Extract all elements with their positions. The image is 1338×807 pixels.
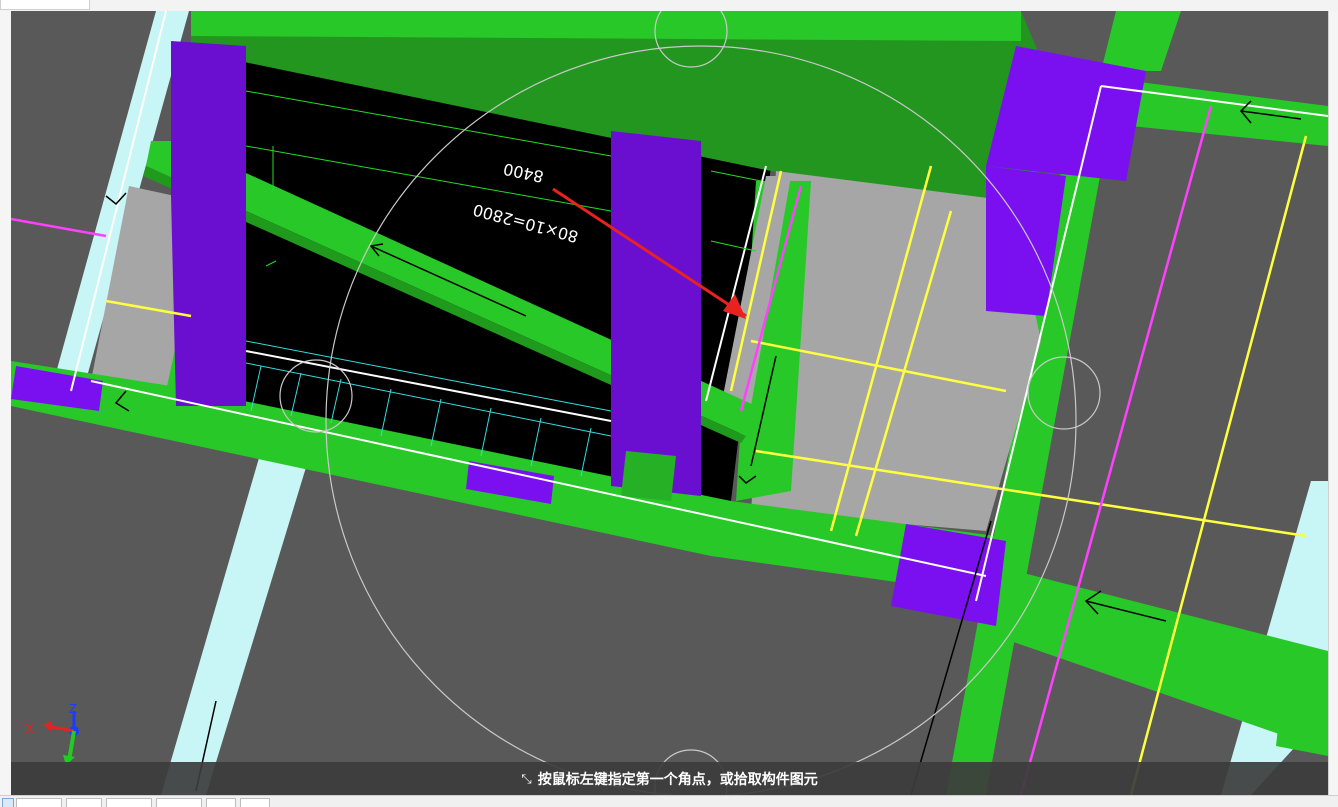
dimension-main-label: 8400 [502,159,546,186]
bottom-tab-1[interactable] [2,798,14,807]
annotation-layer: 8400 80×10=2800 [471,159,747,319]
bottom-tab-3[interactable] [66,798,102,807]
bottom-tab-4[interactable] [106,798,152,807]
axis-z-label: Z [69,701,77,716]
red-arrow-head [723,294,746,319]
crosshair-corner-icon: ⤡ [521,770,532,786]
bottom-tab-bar [0,795,1338,807]
bottom-tab-7[interactable] [240,798,270,807]
dimension-sub-label: 80×10=2800 [471,200,580,246]
status-prompt-text: 按鼠标左键指定第一个角点，或拾取构件图元 [537,770,818,787]
axis-x-label: X [25,721,34,736]
red-annotation-arrow [552,187,747,318]
bottom-tab-5[interactable] [156,798,202,807]
status-prompt-bar: ⤡ 按鼠标左键指定第一个角点，或拾取构件图元 [11,762,1328,795]
bottom-tab-6[interactable] [206,798,236,807]
top-tab[interactable] [0,0,90,10]
top-toolbar-strip [0,0,1338,11]
3d-model-viewport[interactable]: 8400 80×10=2800 X Z ⤡ 按鼠标左键指定第一个角点，或拾取构件… [11,11,1328,795]
bottom-tab-2[interactable] [16,798,62,807]
right-side-panel[interactable] [1328,11,1338,795]
